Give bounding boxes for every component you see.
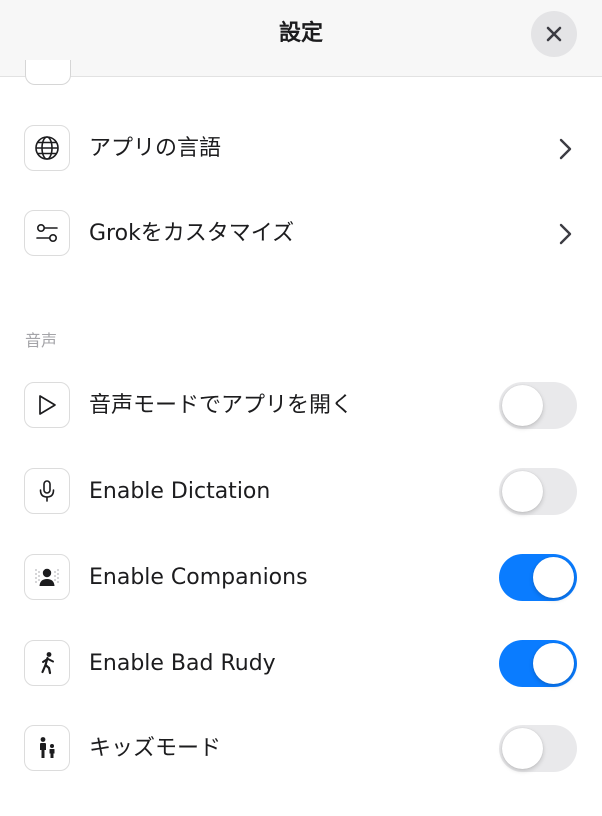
row-enable-dictation: Enable Dictation (0, 467, 602, 517)
toggle-knob (533, 643, 574, 684)
play-icon (39, 395, 56, 415)
toggle-knob (502, 385, 543, 426)
close-button[interactable] (531, 11, 577, 57)
row-label: Enable Dictation (89, 479, 271, 504)
row-enable-bad-rudy: Enable Bad Rudy (0, 639, 602, 689)
person-icon (35, 568, 59, 586)
scrolled-item-icon (25, 60, 71, 85)
sliders-icon (36, 224, 58, 243)
close-icon (546, 26, 562, 42)
toggle-knob (502, 471, 543, 512)
parent-child-icon (40, 737, 55, 758)
row-open-in-voice-mode: 音声モードでアプリを開く (0, 381, 602, 431)
toggle-switch[interactable] (499, 468, 577, 515)
toggle-switch[interactable] (499, 382, 577, 429)
row-label: アプリの言語 (89, 136, 222, 161)
microphone-icon (39, 480, 55, 502)
row-customize-grok[interactable]: Grokをカスタマイズ (0, 209, 602, 259)
row-label: 音声モードでアプリを開く (89, 393, 354, 418)
toggle-knob (533, 557, 574, 598)
row-app-language[interactable]: アプリの言語 (0, 124, 602, 174)
chevron-right-icon (559, 223, 572, 245)
running-figure-icon (41, 652, 54, 675)
toggle-switch[interactable] (499, 640, 577, 687)
row-label: キッズモード (89, 736, 222, 761)
row-label: Enable Companions (89, 565, 308, 590)
toggle-switch[interactable] (499, 554, 577, 601)
row-label: Grokをカスタマイズ (89, 221, 295, 246)
settings-header: 設定 (0, 0, 602, 77)
row-label: Enable Bad Rudy (89, 651, 276, 676)
row-enable-companions: Enable Companions (0, 553, 602, 603)
section-header-voice: 音声 (25, 331, 58, 350)
chevron-right-icon (559, 138, 572, 160)
toggle-knob (502, 728, 543, 769)
globe-icon (35, 136, 59, 160)
page-title: 設定 (278, 21, 323, 46)
toggle-switch[interactable] (499, 725, 577, 772)
row-kids-mode: キッズモード (0, 724, 602, 774)
